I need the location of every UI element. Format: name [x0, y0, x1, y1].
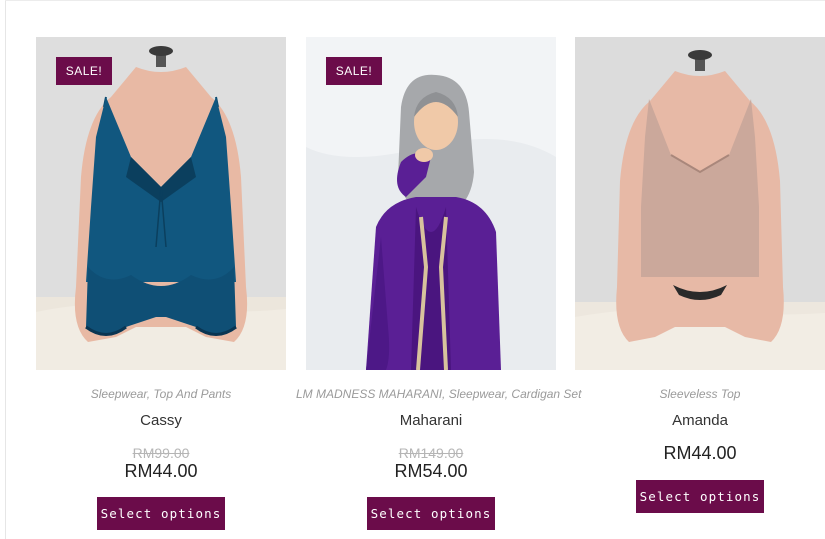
product-categories[interactable]: LM MADNESS MAHARANI, Sleepwear, Cardigan… — [296, 387, 581, 401]
cassy-photo — [36, 37, 286, 370]
maharani-photo — [306, 37, 556, 370]
product-image-cassy[interactable]: SALE! — [36, 37, 286, 370]
sale-price: RM54.00 — [394, 461, 468, 481]
product-card-amanda: Sleeveless Top Amanda RM44.00 Select opt… — [575, 37, 825, 539]
product-title[interactable]: Cassy — [36, 412, 286, 429]
sale-badge: SALE! — [326, 57, 382, 85]
page-top-border — [5, 0, 825, 1]
select-options-button[interactable]: Select options — [97, 497, 225, 530]
product-grid: SALE! Sleepwear, Top And Pants Cassy RM9… — [36, 37, 825, 539]
product-title[interactable]: Amanda — [575, 412, 825, 429]
amanda-photo — [575, 37, 825, 370]
product-card-cassy: SALE! Sleepwear, Top And Pants Cassy RM9… — [36, 37, 286, 539]
product-categories[interactable]: Sleepwear, Top And Pants — [26, 387, 296, 401]
product-image-amanda[interactable] — [575, 37, 825, 370]
product-price: RM44.00 — [663, 443, 737, 463]
product-title[interactable]: Maharani — [306, 412, 556, 429]
sale-badge: SALE! — [56, 57, 112, 85]
product-card-maharani: SALE! LM MADNESS MAHARANI, Sleepwear, Ca… — [296, 37, 581, 539]
select-options-button[interactable]: Select options — [636, 480, 764, 513]
product-image-maharani[interactable]: SALE! — [306, 37, 556, 370]
regular-price: RM99.00 — [132, 445, 190, 461]
regular-price: RM149.00 — [398, 445, 464, 461]
select-options-button[interactable]: Select options — [367, 497, 495, 530]
page-left-border — [5, 0, 6, 539]
sale-price: RM44.00 — [124, 461, 198, 481]
product-categories[interactable]: Sleeveless Top — [565, 387, 825, 401]
